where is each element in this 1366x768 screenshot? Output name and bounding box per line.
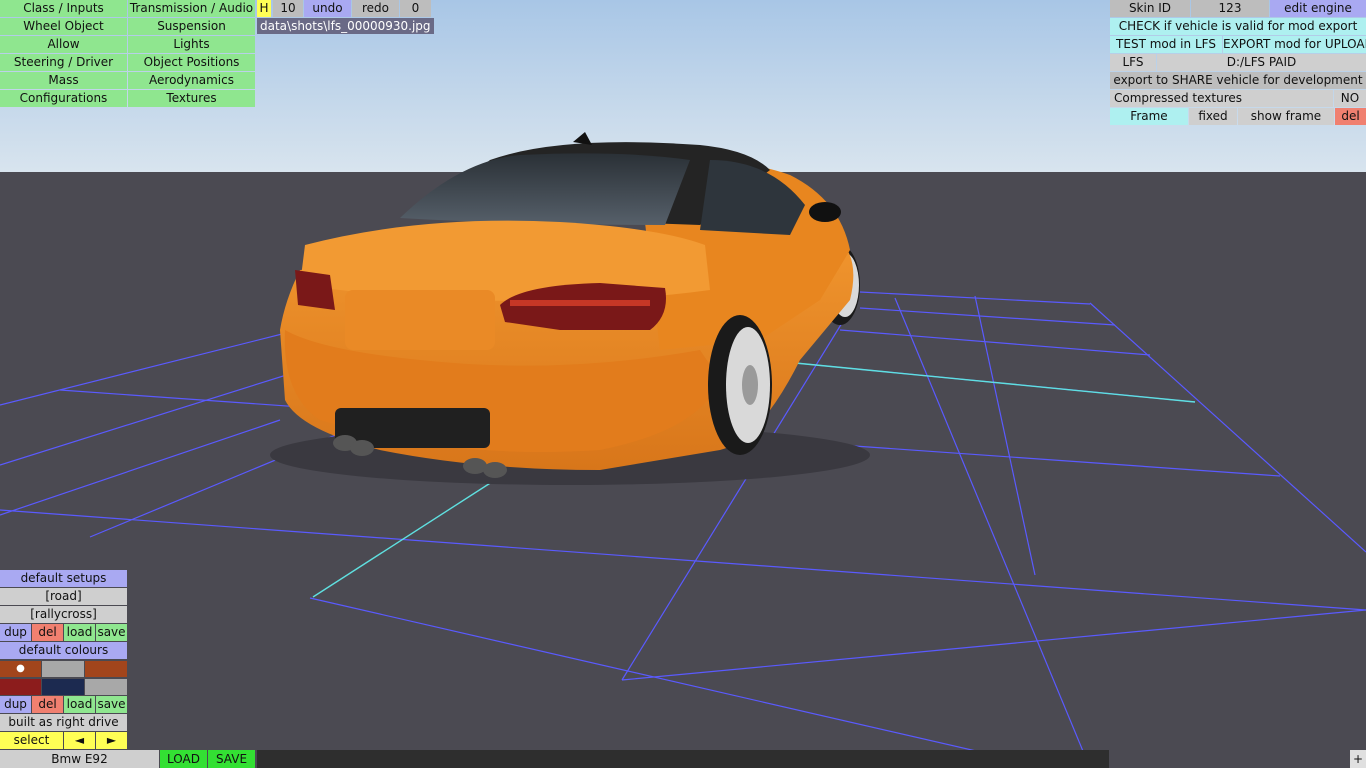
colour-swatch-6[interactable] — [85, 679, 127, 695]
setup-save-button[interactable]: save — [96, 624, 127, 641]
default-setups-header[interactable]: default setups — [0, 570, 127, 587]
menu-lights[interactable]: Lights — [128, 36, 255, 53]
step-count[interactable]: 10 — [273, 0, 303, 17]
colour-dup-button[interactable]: dup — [0, 696, 31, 713]
menu-suspension[interactable]: Suspension — [128, 18, 255, 35]
lfs-label: LFS — [1110, 54, 1156, 71]
screenshot-path: data\shots\lfs_00000930.jpg — [257, 18, 434, 34]
compressed-textures-label: Compressed textures — [1110, 90, 1333, 107]
colour-swatch-4[interactable] — [0, 679, 41, 695]
setup-road[interactable]: [road] — [0, 588, 127, 605]
frame-button[interactable]: Frame — [1110, 108, 1188, 125]
setup-dup-button[interactable]: dup — [0, 624, 31, 641]
show-frame-button[interactable]: show frame — [1238, 108, 1334, 125]
colour-del-button[interactable]: del — [32, 696, 63, 713]
compressed-textures-toggle[interactable]: NO — [1334, 90, 1366, 107]
test-mod-button[interactable]: TEST mod in LFS — [1110, 36, 1222, 53]
load-vehicle-button[interactable]: LOAD — [160, 750, 207, 768]
colour-swatch-2[interactable] — [42, 661, 84, 677]
colour-load-button[interactable]: load — [64, 696, 95, 713]
delete-frame-button[interactable]: del — [1335, 108, 1366, 125]
export-mod-button[interactable]: EXPORT mod for UPLOAD — [1223, 36, 1366, 53]
save-vehicle-button[interactable]: SAVE — [208, 750, 255, 768]
fixed-button[interactable]: fixed — [1189, 108, 1237, 125]
colour-swatch-5[interactable] — [42, 679, 84, 695]
menu-class-inputs[interactable]: Class / Inputs — [0, 0, 127, 17]
status-bar — [257, 750, 1109, 768]
lfs-path-field[interactable]: D:/LFS PAID — [1157, 54, 1366, 71]
colour-swatch-1[interactable]: ● — [0, 661, 41, 677]
menu-aerodynamics[interactable]: Aerodynamics — [128, 72, 255, 89]
h-toggle-button[interactable]: H — [257, 0, 271, 17]
redo-count: 0 — [400, 0, 431, 17]
skin-id-label: Skin ID — [1110, 0, 1190, 17]
vehicle-name[interactable]: Bmw E92 — [0, 750, 159, 768]
menu-configurations[interactable]: Configurations — [0, 90, 127, 107]
menu-transmission-audio[interactable]: Transmission / Audio — [128, 0, 255, 17]
menu-textures[interactable]: Textures — [128, 90, 255, 107]
setup-del-button[interactable]: del — [32, 624, 63, 641]
menu-object-positions[interactable]: Object Positions — [128, 54, 255, 71]
edit-engine-button[interactable]: edit engine — [1270, 0, 1366, 17]
skin-id-value[interactable]: 123 — [1191, 0, 1269, 17]
menu-mass[interactable]: Mass — [0, 72, 127, 89]
export-share-button[interactable]: export to SHARE vehicle for development — [1110, 72, 1366, 89]
prev-arrow-icon[interactable]: ◄ — [64, 732, 95, 749]
colour-swatch-3[interactable] — [85, 661, 127, 677]
check-valid-button[interactable]: CHECK if vehicle is valid for mod export — [1110, 18, 1366, 35]
setup-load-button[interactable]: load — [64, 624, 95, 641]
default-colours-header[interactable]: default colours — [0, 642, 127, 659]
built-as-right-drive-toggle[interactable]: built as right drive — [0, 714, 127, 731]
select-button[interactable]: select — [0, 732, 63, 749]
plus-icon[interactable]: + — [1350, 750, 1366, 768]
next-arrow-icon[interactable]: ► — [96, 732, 127, 749]
menu-steering-driver[interactable]: Steering / Driver — [0, 54, 127, 71]
menu-allow[interactable]: Allow — [0, 36, 127, 53]
menu-wheel-object[interactable]: Wheel Object — [0, 18, 127, 35]
undo-button[interactable]: undo — [304, 0, 351, 17]
colour-save-button[interactable]: save — [96, 696, 127, 713]
redo-button[interactable]: redo — [352, 0, 399, 17]
setup-rallycross[interactable]: [rallycross] — [0, 606, 127, 623]
